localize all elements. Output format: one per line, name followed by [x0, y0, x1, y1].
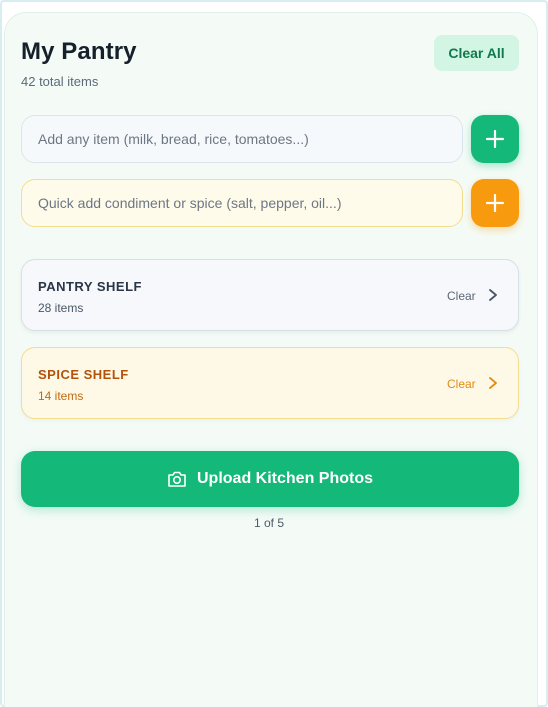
add-item-input[interactable]: [21, 115, 463, 163]
upload-button-label: Upload Kitchen Photos: [197, 470, 373, 487]
shelf-name: SPICE SHELF: [38, 367, 129, 382]
page-title: My Pantry: [21, 38, 137, 65]
camera-icon: [168, 471, 186, 487]
pantry-shelf-card[interactable]: PANTRY SHELF 28 items Clear: [21, 259, 519, 331]
clear-all-button[interactable]: Clear All: [434, 35, 519, 71]
plus-icon: [485, 193, 505, 213]
chevron-right-icon[interactable]: [487, 376, 499, 390]
upload-kitchen-photos-button[interactable]: Upload Kitchen Photos: [21, 451, 519, 507]
page-indicator: 1 of 5: [253, 516, 285, 530]
clear-pantry-shelf-button[interactable]: Clear: [447, 289, 476, 303]
add-spice-button[interactable]: [471, 179, 519, 227]
shelf-name: PANTRY SHELF: [38, 279, 142, 294]
add-item-button[interactable]: [471, 115, 519, 163]
plus-icon: [485, 129, 505, 149]
shelf-item-count: 28 items: [38, 301, 84, 315]
clear-spice-shelf-button[interactable]: Clear: [447, 377, 476, 391]
total-items-count: 42 total items: [21, 74, 99, 89]
chevron-right-icon[interactable]: [487, 288, 499, 302]
spice-shelf-card[interactable]: SPICE SHELF 14 items Clear: [21, 347, 519, 419]
shelf-item-count: 14 items: [38, 389, 84, 403]
quick-add-spice-input[interactable]: [21, 179, 463, 227]
